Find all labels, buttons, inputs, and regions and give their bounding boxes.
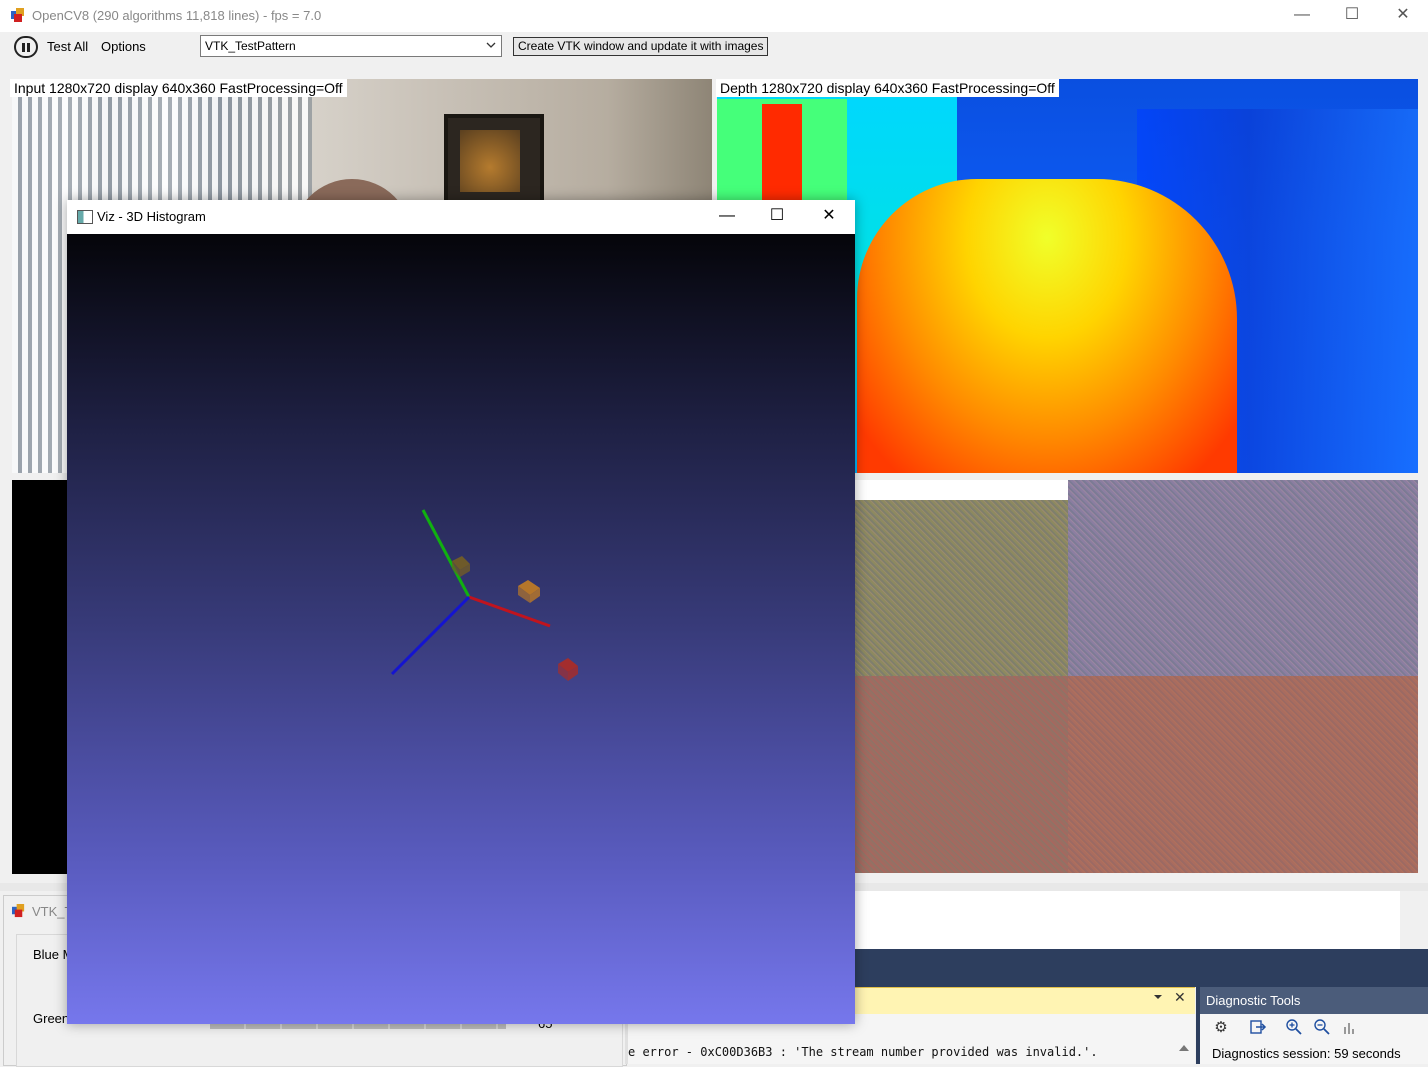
depth-person <box>857 179 1237 473</box>
test-all-button[interactable]: Test All <box>47 39 88 54</box>
chart-icon[interactable] <box>1339 1018 1361 1040</box>
x-axis <box>468 595 551 628</box>
noise-quadrant-top-right <box>1068 480 1418 676</box>
diagnostics-session: Diagnostics session: 59 seconds <box>1212 1046 1401 1061</box>
diagnostics-title: Diagnostic Tools <box>1206 993 1301 1008</box>
depth-region-red <box>762 104 802 204</box>
maximize-button[interactable]: ☐ <box>1327 0 1377 32</box>
window-icon <box>77 210 93 224</box>
app-icon <box>12 904 25 918</box>
depth-panel-label: Depth 1280x720 display 640x360 FastProce… <box>716 79 1059 97</box>
chevron-down-icon[interactable] <box>485 38 497 52</box>
z-axis <box>390 595 471 676</box>
export-icon[interactable] <box>1247 1018 1269 1040</box>
close-icon[interactable]: ✕ <box>1174 989 1186 1006</box>
app-icon <box>11 8 24 22</box>
scroll-up-icon[interactable] <box>1178 1043 1190 1053</box>
viz-3d-canvas[interactable] <box>67 234 855 1024</box>
histogram-cube <box>558 658 578 681</box>
minimize-button[interactable]: — <box>1277 0 1327 32</box>
gear-icon[interactable]: ⚙ <box>1210 1018 1232 1040</box>
create-vtk-window-button[interactable]: Create VTK window and update it with ima… <box>513 37 769 56</box>
pause-icon[interactable] <box>14 36 38 58</box>
window-title: OpenCV8 (290 algorithms 11,818 lines) - … <box>32 8 322 23</box>
zoom-out-icon[interactable] <box>1311 1018 1333 1040</box>
noise-quadrant-bottom-right <box>1068 676 1418 873</box>
green-slider[interactable] <box>210 1024 506 1029</box>
viz-title-bar[interactable]: Viz - 3D Histogram — ☐ ✕ <box>67 200 855 234</box>
viz-window-title: Viz - 3D Histogram <box>97 209 206 224</box>
close-button[interactable]: ✕ <box>1378 0 1428 32</box>
3d-histogram-scene <box>390 509 578 681</box>
algorithm-select-value: VTK_TestPattern <box>205 39 296 53</box>
input-panel-label: Input 1280x720 display 640x360 FastProce… <box>10 79 347 97</box>
zoom-in-icon[interactable] <box>1283 1018 1305 1040</box>
output-text: e error - 0xC00D36B3 : 'The stream numbe… <box>628 1045 1098 1059</box>
chevron-down-icon[interactable] <box>1152 991 1164 1003</box>
algorithm-select[interactable]: VTK_TestPattern <box>200 35 502 57</box>
blank-area <box>855 891 1400 949</box>
green-label: Green <box>33 1011 70 1026</box>
picture-frame <box>444 114 544 212</box>
viz-minimize-button[interactable]: — <box>702 200 752 234</box>
viz-close-button[interactable]: ✕ <box>804 200 854 234</box>
viz-window: Viz - 3D Histogram — ☐ ✕ <box>67 200 855 1024</box>
y-axis <box>421 509 471 598</box>
histogram-cube <box>518 580 540 603</box>
viz-maximize-button[interactable]: ☐ <box>752 200 802 234</box>
options-menu[interactable]: Options <box>101 39 146 54</box>
painting <box>460 130 520 192</box>
output-header <box>855 987 1195 1014</box>
histogram-cube <box>452 556 470 577</box>
main-title-bar: OpenCV8 (290 algorithms 11,818 lines) - … <box>0 0 1428 32</box>
ide-frame <box>855 949 1428 987</box>
